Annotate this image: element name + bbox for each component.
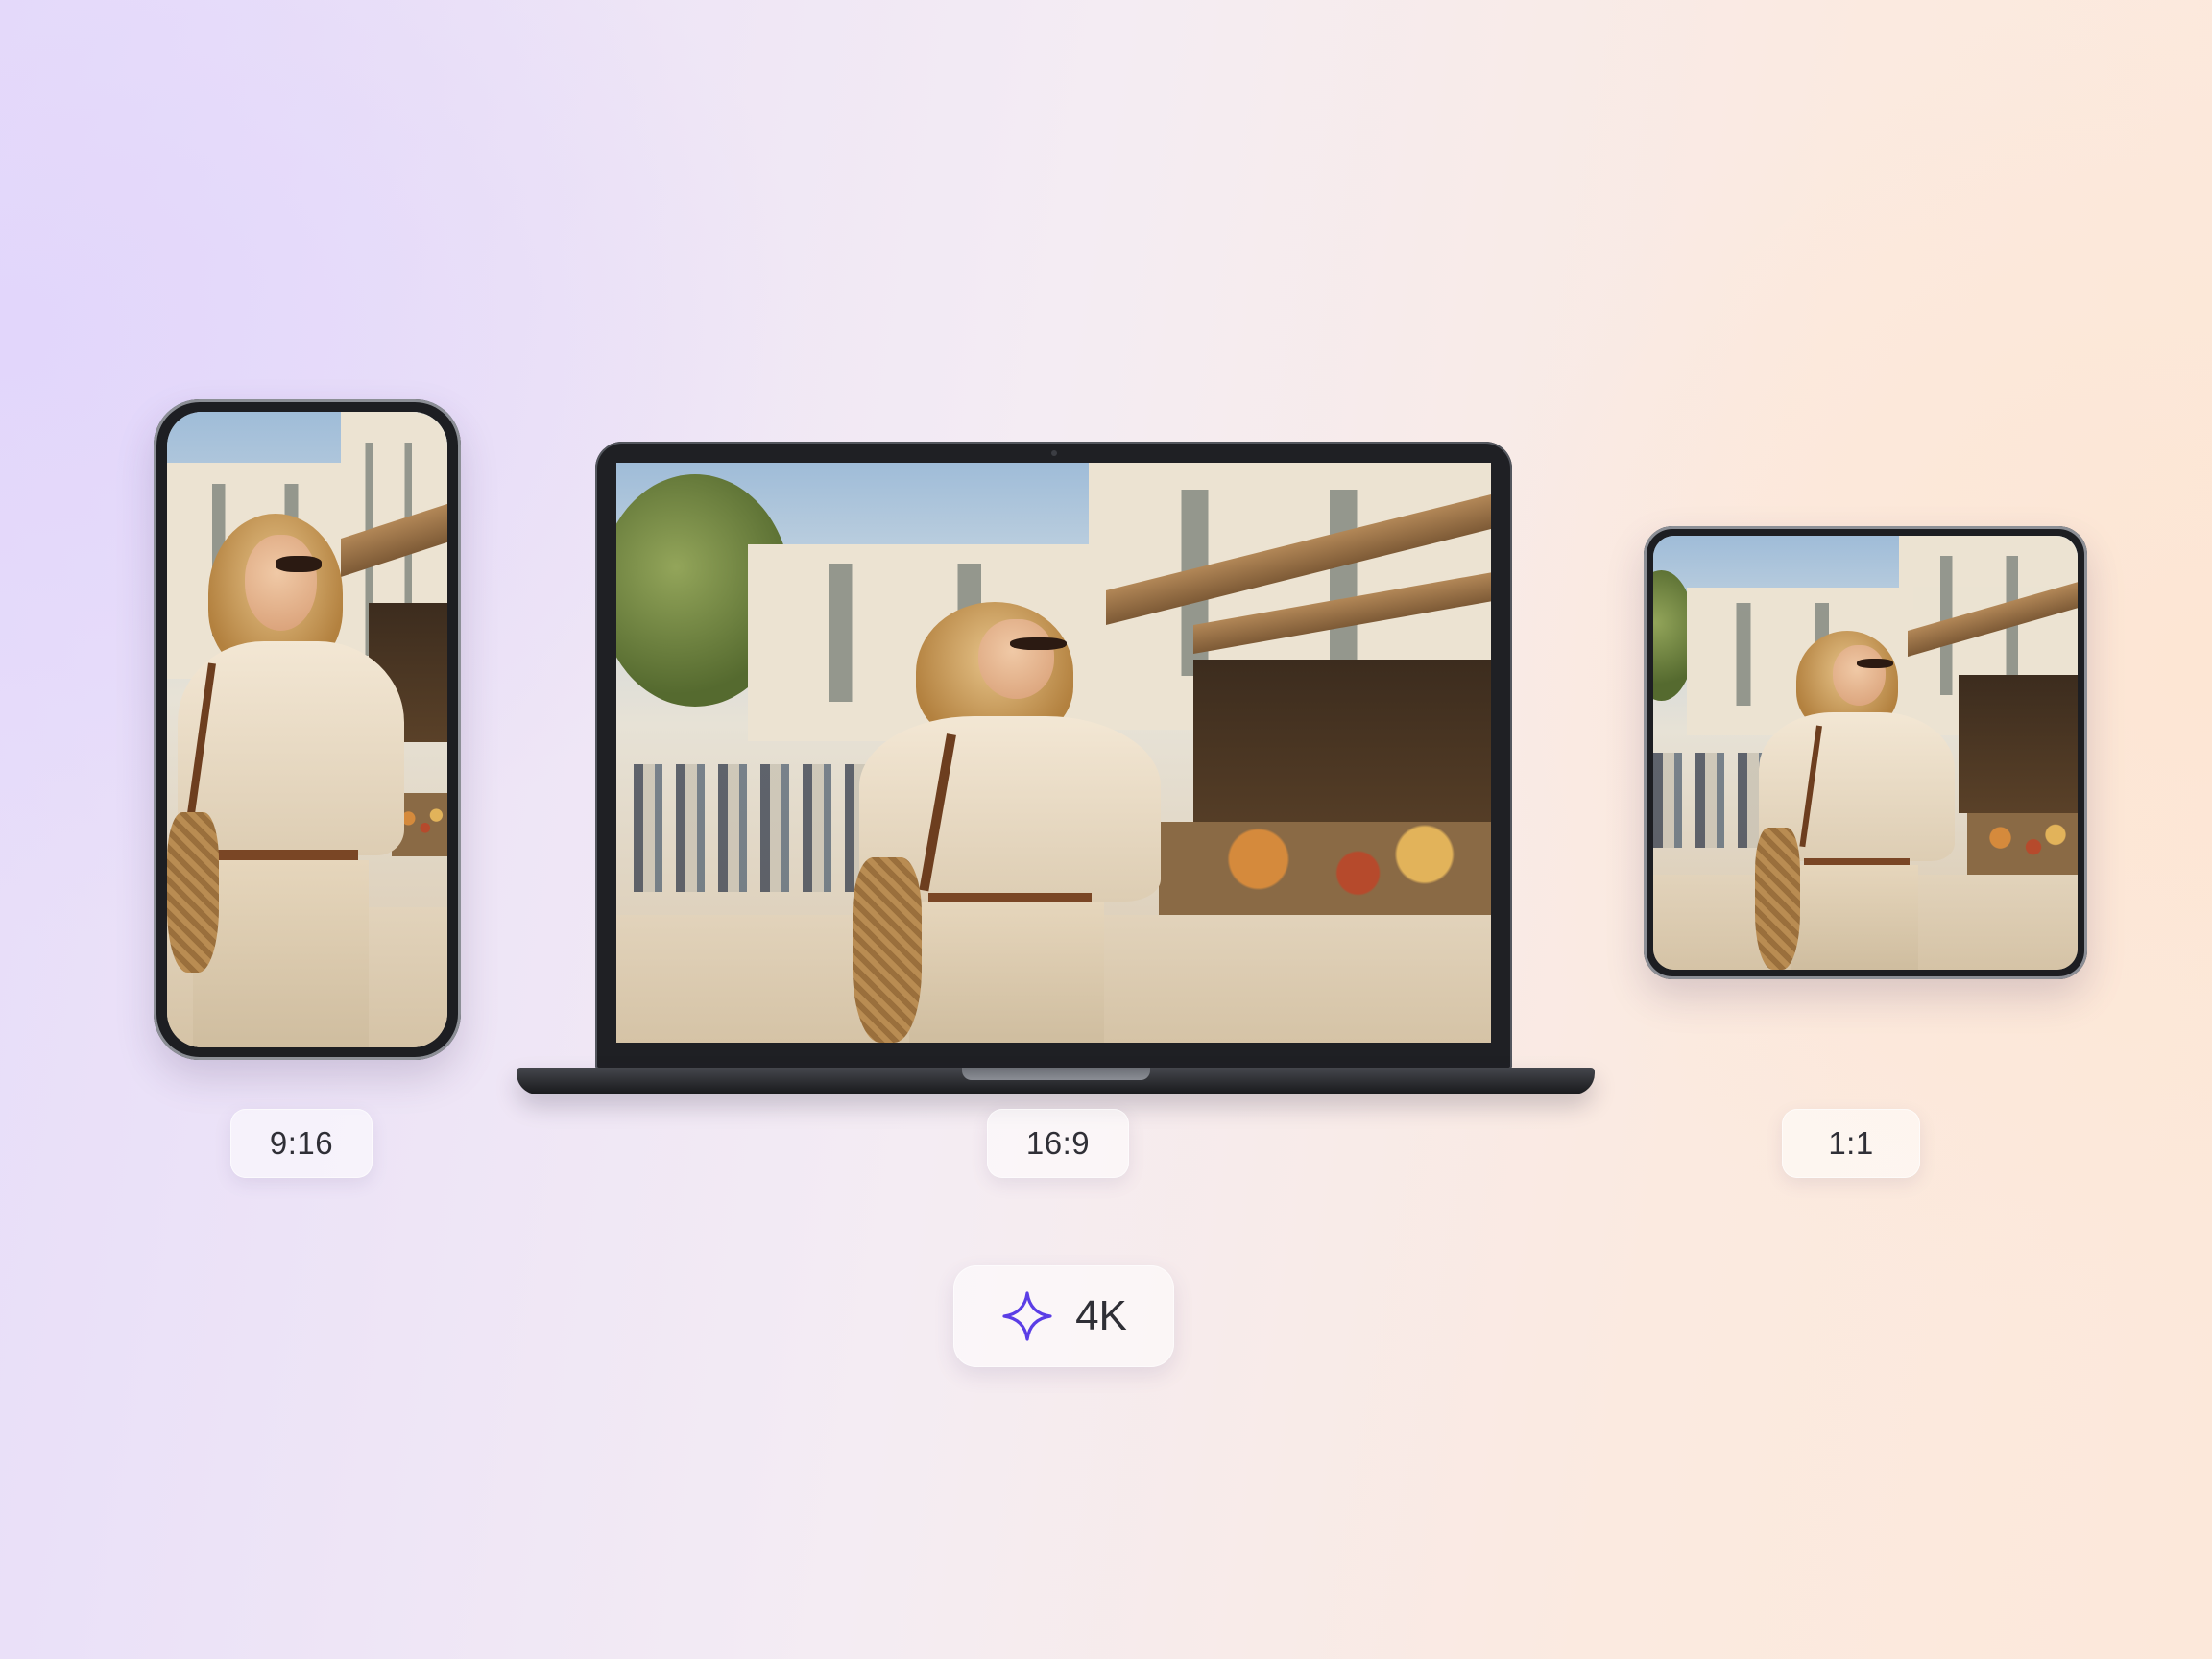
tablet-preview-image bbox=[1653, 536, 2078, 970]
laptop-preview-image bbox=[616, 463, 1491, 1043]
ratio-option-16-9[interactable]: 16:9 bbox=[987, 1109, 1129, 1178]
laptop-base bbox=[517, 1068, 1595, 1094]
laptop-mockup bbox=[595, 442, 1512, 1070]
ratio-label: 9:16 bbox=[269, 1125, 334, 1161]
camera-dot bbox=[1050, 450, 1057, 456]
resolution-4k-badge[interactable]: 4K bbox=[953, 1265, 1174, 1367]
phone-mockup bbox=[154, 399, 461, 1060]
tablet-mockup bbox=[1644, 526, 2087, 979]
phone-preview-image bbox=[167, 412, 447, 1047]
ratio-option-9-16[interactable]: 9:16 bbox=[230, 1109, 373, 1178]
sparkle-icon bbox=[1002, 1291, 1052, 1341]
resolution-label: 4K bbox=[1075, 1292, 1127, 1339]
ratio-option-1-1[interactable]: 1:1 bbox=[1782, 1109, 1920, 1178]
ratio-label: 1:1 bbox=[1828, 1125, 1874, 1161]
laptop-notch bbox=[961, 1068, 1150, 1080]
ratio-label: 16:9 bbox=[1025, 1125, 1091, 1161]
